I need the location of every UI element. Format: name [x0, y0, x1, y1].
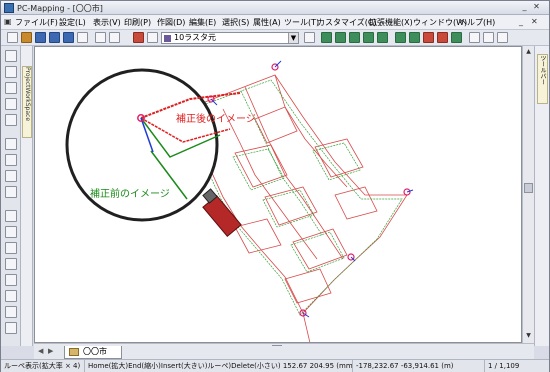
vertical-scroll-thumb[interactable]	[524, 183, 533, 193]
pointer-icon[interactable]	[109, 32, 120, 43]
mdi-minimize-icon[interactable]: _	[519, 17, 523, 26]
previous-view-icon[interactable]	[5, 170, 17, 182]
layer-tool-1-icon[interactable]	[321, 32, 332, 43]
print-icon[interactable]	[77, 32, 88, 43]
loupe-handle	[202, 188, 242, 238]
status-hint: Home(拡大)End(縮小)Insert(大きい)ルーペ)Delete(小さい…	[85, 360, 353, 372]
tab-document[interactable]: 〇〇市	[64, 346, 122, 359]
point-icon[interactable]	[5, 306, 17, 318]
main-toolbar: 10ラスタ元 ▼	[1, 30, 549, 46]
menu-file[interactable]: ファイル(F)	[15, 17, 58, 28]
layer-tool-2-icon[interactable]	[335, 32, 346, 43]
window-title: PC-Mapping - [〇〇市]	[17, 4, 103, 13]
mdi-close-icon[interactable]: ✕	[531, 17, 538, 26]
menu-extensions[interactable]: 拡張機能(X)	[369, 17, 413, 28]
stamp-2-icon[interactable]	[409, 32, 420, 43]
flag-1-icon[interactable]	[423, 32, 434, 43]
flag-2-icon[interactable]	[437, 32, 448, 43]
annotation-before: 補正前のイメージ	[90, 187, 170, 200]
zoom-out-icon[interactable]	[5, 98, 17, 110]
measure-icon[interactable]	[5, 210, 17, 222]
project-workspace-label: ProjectWorkSpace	[22, 66, 32, 138]
pan-tool-icon[interactable]	[5, 66, 17, 78]
stamp-1-icon[interactable]	[395, 32, 406, 43]
annotation-after: 補正後のイメージ	[176, 112, 256, 125]
layer-select-value: 10ラスタ元	[174, 33, 217, 42]
status-bar: ルーペ表示(拡大率 × 4) Home(拡大)End(縮小)Insert(大きい…	[1, 359, 549, 372]
scroll-down-icon[interactable]: ▼	[524, 331, 533, 340]
status-mode: ルーペ表示(拡大率 × 4)	[1, 360, 85, 372]
loupe-icon[interactable]	[5, 242, 17, 254]
open-folder-icon[interactable]	[21, 32, 32, 43]
save-as-icon[interactable]	[63, 32, 74, 43]
app-logo-icon	[4, 3, 14, 13]
vertical-scrollbar[interactable]: ▲ ▼	[522, 46, 534, 343]
menu-help[interactable]: ヘルプ(H)	[459, 17, 495, 28]
zoom-window-icon[interactable]	[5, 114, 17, 126]
layer-tool-4-icon[interactable]	[363, 32, 374, 43]
menu-select[interactable]: 選択(S)	[222, 17, 249, 28]
target-icon[interactable]	[5, 322, 17, 334]
right-panel: ツールバー	[534, 46, 549, 346]
minimize-icon[interactable]: _	[519, 2, 530, 13]
menu-customize[interactable]: カスタマイズ(C)	[317, 17, 377, 28]
layer-icon[interactable]	[133, 32, 144, 43]
chevron-down-icon[interactable]: ▼	[288, 33, 298, 43]
left-toolbar	[1, 46, 21, 346]
layer-select[interactable]: 10ラスタ元 ▼	[161, 32, 299, 44]
map-icon	[69, 348, 79, 356]
tab-prev-icon[interactable]: ◀	[38, 347, 43, 355]
correction-vectors	[210, 60, 414, 318]
menu-view[interactable]: 表示(V)	[93, 17, 121, 28]
title-bar: PC-Mapping - [〇〇市] _ ✕	[1, 1, 549, 15]
menu-print[interactable]: 印刷(P)	[124, 17, 151, 28]
menu-attribute[interactable]: 属性(A)	[253, 17, 281, 28]
area-icon[interactable]	[5, 226, 17, 238]
fit-all-icon[interactable]	[5, 138, 17, 150]
attribute-1-icon[interactable]	[469, 32, 480, 43]
menu-settings[interactable]: 設定(L)	[59, 17, 86, 28]
map-drawing: 補正後のイメージ 補正前のイメージ	[65, 60, 414, 342]
project-workspace-tab[interactable]: ProjectWorkSpace	[21, 46, 33, 346]
status-coords: -178,232.67 -63,914.61 (m)	[353, 360, 485, 372]
table-icon[interactable]	[451, 32, 462, 43]
app-window: PC-Mapping - [〇〇市] _ ✕ ▣ ファイル(F) 設定(L) 表…	[0, 0, 550, 372]
document-tab-bar: ◀ ▶ 〇〇市	[34, 346, 534, 359]
redraw-icon[interactable]	[5, 154, 17, 166]
attribute-3-icon[interactable]	[497, 32, 508, 43]
layer-color-swatch	[164, 35, 171, 42]
scroll-up-icon[interactable]: ▲	[524, 47, 533, 56]
erase-icon[interactable]	[5, 290, 17, 302]
control-points	[207, 63, 411, 317]
save-icon[interactable]	[35, 32, 46, 43]
map-canvas[interactable]: 補正後のイメージ 補正前のイメージ	[34, 46, 522, 343]
layer-list-icon[interactable]	[147, 32, 158, 43]
next-view-icon[interactable]	[5, 186, 17, 198]
menu-bar: ▣ ファイル(F) 設定(L) 表示(V) 印刷(P) 作図(D) 編集(E) …	[1, 15, 549, 30]
layer-tool-3-icon[interactable]	[349, 32, 360, 43]
layer-tool-5-icon[interactable]	[377, 32, 388, 43]
layer-settings-icon[interactable]	[304, 32, 315, 43]
tab-document-label: 〇〇市	[83, 347, 107, 356]
select-tool-icon[interactable]	[5, 50, 17, 62]
snap-icon[interactable]	[95, 32, 106, 43]
mdi-doc-icon[interactable]: ▣	[4, 17, 12, 26]
menu-tools[interactable]: ツール(T)	[284, 17, 319, 28]
close-icon[interactable]: ✕	[531, 2, 542, 13]
pen-icon[interactable]	[5, 274, 17, 286]
tab-next-icon[interactable]: ▶	[48, 347, 53, 355]
zoom-in-icon[interactable]	[5, 82, 17, 94]
compass-icon[interactable]	[5, 258, 17, 270]
menu-edit[interactable]: 編集(E)	[189, 17, 216, 28]
save-all-icon[interactable]	[49, 32, 60, 43]
attribute-2-icon[interactable]	[483, 32, 494, 43]
new-file-icon[interactable]	[7, 32, 18, 43]
menu-draw[interactable]: 作図(D)	[157, 17, 185, 28]
toolbar-panel-tab[interactable]: ツールバー	[537, 54, 548, 104]
status-page: 1 / 1,109	[488, 362, 520, 370]
